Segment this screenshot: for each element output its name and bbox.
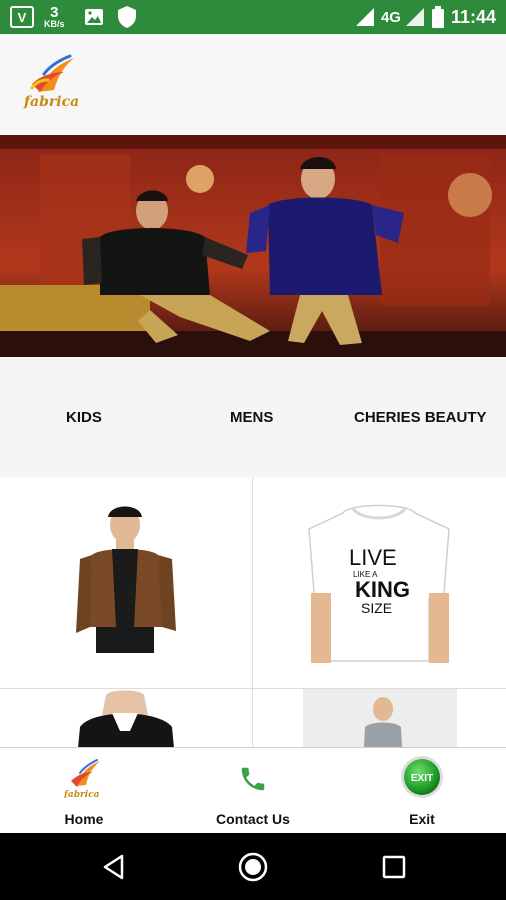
signal-icon [405, 8, 424, 26]
product-card-blazer[interactable] [0, 689, 253, 747]
network-speed-unit: KB/s [44, 19, 65, 29]
exit-badge-text: EXIT [411, 773, 433, 784]
category-cheries-beauty[interactable]: CHERIES BEAUTY [354, 409, 487, 426]
app-notification-icon: V [10, 0, 34, 34]
nav-exit[interactable]: EXIT Exit [338, 748, 506, 834]
banner-photo [0, 135, 506, 357]
photo-icon [84, 0, 104, 34]
home-logo-icon: fabrica [63, 759, 100, 798]
nav-home[interactable]: fabrica Home [0, 748, 168, 834]
fabrica-logo[interactable]: fabrica [18, 54, 90, 118]
system-navigation-bar [0, 833, 506, 900]
network-speed-value: 3 [50, 4, 59, 21]
category-kids[interactable]: KIDS [66, 409, 102, 426]
shield-icon [116, 0, 138, 34]
bottom-nav: fabrica Home Contact Us EXIT Exit [0, 747, 506, 833]
clock: 11:44 [450, 6, 496, 27]
logo-text: fabrica [24, 94, 80, 110]
product-card-leather-jacket[interactable] [0, 477, 253, 689]
status-bar: V 3 KB/s 4G 11:44 [0, 0, 506, 34]
nav-home-label: Home [64, 811, 104, 827]
nav-contact-label: Contact Us [216, 811, 290, 827]
live-king-size-tshirt-image: LIVE LIKE A KING SIZE [308, 504, 450, 663]
product-grid: LIVE LIKE A KING SIZE [0, 477, 506, 747]
home-circle-icon[interactable] [236, 850, 270, 884]
leather-jacket-image [76, 506, 176, 653]
category-mens[interactable]: MENS [230, 409, 273, 426]
phone-icon [241, 767, 265, 791]
battery-icon [431, 6, 444, 28]
category-bar: KIDS MENS CHERIES BEAUTY [0, 357, 506, 477]
signal-icon [355, 8, 374, 26]
home-logo-text: fabrica [63, 790, 100, 798]
network-type: 4G [380, 8, 401, 26]
tshirt-print-line4: SIZE [361, 600, 392, 616]
tshirt-print-line3: KING [355, 577, 410, 602]
status-right-cluster: 4G 11:44 [355, 0, 496, 34]
network-speed: 3 KB/s [44, 0, 65, 34]
nav-exit-label: Exit [409, 811, 435, 827]
recents-icon[interactable] [381, 854, 407, 880]
tshirt-print-line1: LIVE [349, 545, 397, 570]
product-card-shirt[interactable] [253, 689, 506, 747]
grey-shirt-image [303, 689, 457, 747]
exit-button-icon: EXIT [401, 756, 443, 798]
banner-image[interactable] [0, 135, 506, 357]
nav-contact-us[interactable]: Contact Us [169, 748, 337, 834]
logo-mark-icon [30, 54, 74, 92]
back-icon[interactable] [100, 853, 128, 881]
app-header: fabrica [0, 34, 506, 135]
black-blazer-image [78, 690, 174, 747]
product-card-tshirt[interactable]: LIVE LIKE A KING SIZE [253, 477, 506, 689]
